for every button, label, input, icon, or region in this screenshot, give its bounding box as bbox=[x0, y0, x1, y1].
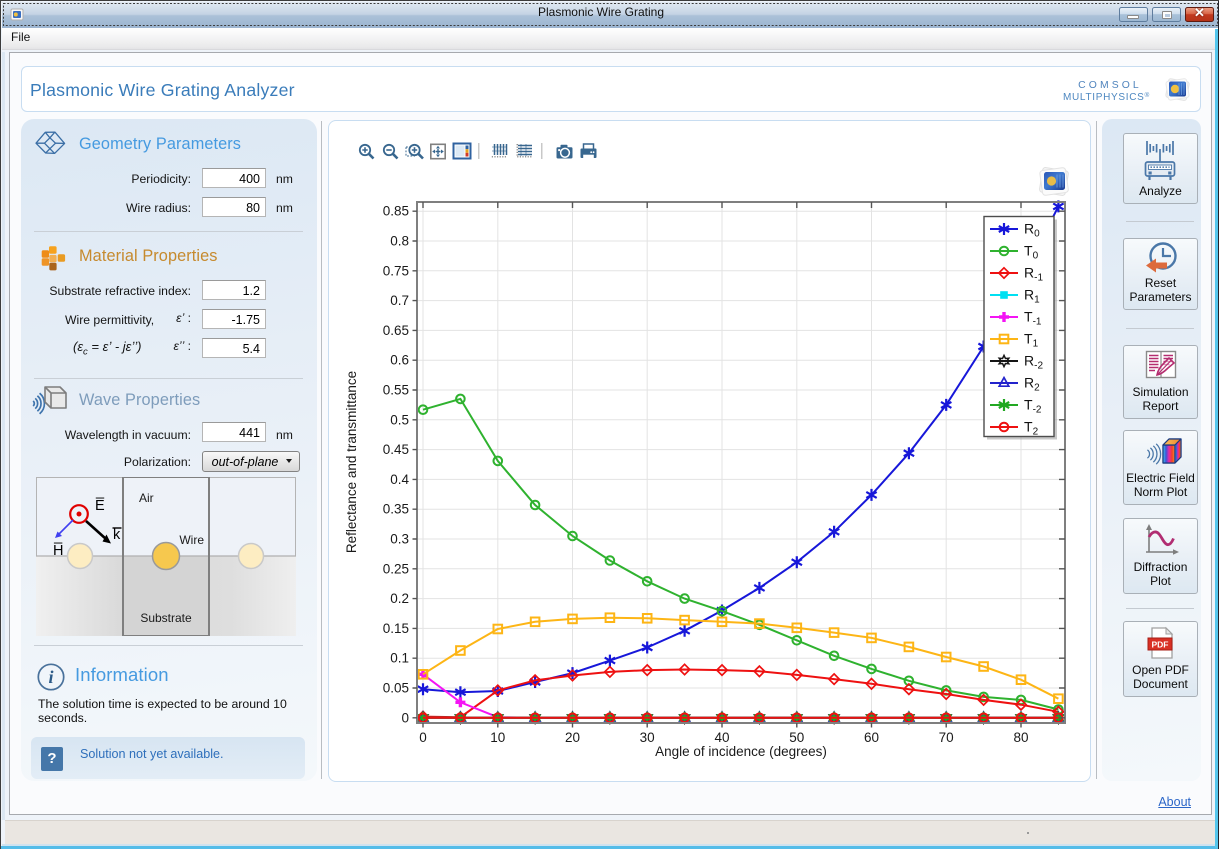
svg-text:0.45: 0.45 bbox=[383, 442, 409, 457]
svg-text:Reflectance and transmittance: Reflectance and transmittance bbox=[344, 371, 359, 553]
svg-text:0: 0 bbox=[401, 710, 409, 725]
svg-text:0.8: 0.8 bbox=[390, 234, 409, 249]
svg-text:50: 50 bbox=[789, 730, 804, 745]
svg-text:20: 20 bbox=[565, 730, 580, 745]
svg-text:PDF: PDF bbox=[1151, 640, 1168, 650]
svg-text:Wire: Wire bbox=[179, 533, 204, 547]
svg-text:Angle of incidence (degrees): Angle of incidence (degrees) bbox=[655, 744, 827, 759]
svg-text:0.3: 0.3 bbox=[390, 532, 409, 547]
svg-text:Air: Air bbox=[139, 491, 154, 505]
svg-text:k: k bbox=[113, 527, 121, 543]
svg-text:30: 30 bbox=[640, 730, 655, 745]
svg-text:40: 40 bbox=[714, 730, 729, 745]
svg-text:0.6: 0.6 bbox=[390, 353, 409, 368]
svg-text:0.4: 0.4 bbox=[390, 472, 409, 487]
svg-text:0.5: 0.5 bbox=[390, 412, 409, 427]
svg-text:i: i bbox=[48, 667, 53, 687]
svg-text:0.35: 0.35 bbox=[383, 502, 409, 517]
svg-text:0.15: 0.15 bbox=[383, 621, 409, 636]
svg-text:0.7: 0.7 bbox=[390, 293, 409, 308]
svg-text:70: 70 bbox=[939, 730, 954, 745]
svg-text:60: 60 bbox=[864, 730, 879, 745]
svg-text:80: 80 bbox=[1013, 730, 1028, 745]
svg-text:0.85: 0.85 bbox=[383, 204, 409, 219]
svg-text:10: 10 bbox=[490, 730, 505, 745]
svg-text:0.65: 0.65 bbox=[383, 323, 409, 338]
svg-text:0.25: 0.25 bbox=[383, 561, 409, 576]
svg-text:Substrate: Substrate bbox=[140, 611, 192, 625]
svg-text:0.55: 0.55 bbox=[383, 383, 409, 398]
svg-text:0: 0 bbox=[419, 730, 427, 745]
svg-text:0.2: 0.2 bbox=[390, 591, 409, 606]
svg-text:E̅: E̅ bbox=[95, 498, 105, 514]
svg-text:H̅: H̅ bbox=[53, 543, 63, 559]
svg-text:0.75: 0.75 bbox=[383, 263, 409, 278]
svg-text:0.1: 0.1 bbox=[390, 651, 409, 666]
svg-text:0.05: 0.05 bbox=[383, 681, 409, 696]
